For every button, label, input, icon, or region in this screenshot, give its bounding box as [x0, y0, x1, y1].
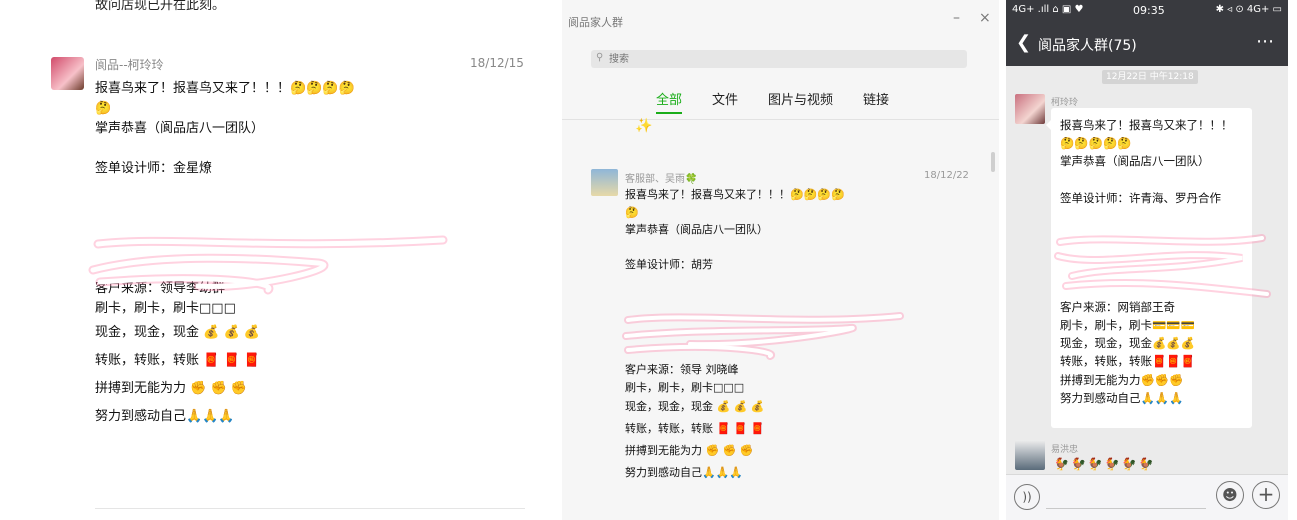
previous-message-fragment: 故问店现已开在此刻。: [95, 0, 226, 13]
mobile-chat-screen: 4G+ .ıll ⌂ ▣ ♥ 09:35 ✱ ◃ ⊙ 4G+ ▭ ❮ 阆品家人群…: [1006, 0, 1288, 520]
tab-media[interactable]: 图片与视频: [768, 89, 833, 114]
message-line: 现金，现金，现金 💰 💰 💰: [95, 325, 260, 340]
status-time: 09:35: [1133, 4, 1165, 17]
message-line: 签单设计师：金星燎: [95, 161, 213, 176]
avatar[interactable]: [1015, 440, 1045, 470]
window-title: 阆品家人群: [568, 16, 623, 29]
message-line: 掌声恭喜（阆品店八一团队）: [1060, 154, 1210, 169]
message-line: 报喜鸟来了！报喜鸟又来了！！！: [1060, 118, 1233, 132]
message-line: [1060, 225, 1250, 243]
chat-timestamp: 12月22日 中午12:18: [1102, 70, 1198, 84]
chat-history-panel-desktop: 故问店现已开在此刻。 阆品--柯玲玲 18/12/15 报喜鸟来了！报喜鸟又来了…: [0, 0, 553, 520]
message-line: 转账，转账，转账🧧🧧🧧: [1060, 354, 1195, 369]
status-bar: 4G+ .ıll ⌂ ▣ ♥ 09:35 ✱ ◃ ⊙ 4G+ ▭: [1006, 0, 1288, 22]
message-line: 刷卡，刷卡，刷卡□□□: [625, 380, 745, 394]
minimize-icon[interactable]: –: [953, 10, 960, 26]
message-line: 努力到感动自己🙏🙏🙏: [625, 466, 744, 479]
emoji-icon[interactable]: ☻: [1216, 481, 1244, 509]
search-input[interactable]: [609, 52, 949, 66]
status-icons: ✱ ◃ ⊙ 4G+ ▭: [1215, 4, 1282, 15]
message-line: [95, 179, 515, 199]
message-line: 刷卡，刷卡，刷卡□□□: [95, 301, 236, 316]
message-preview: 🐓🐓🐓🐓🐓🐓: [1054, 457, 1156, 471]
sender-name: 客服部、吴雨🍀: [625, 174, 698, 185]
message-body[interactable]: 报喜鸟来了！报喜鸟又来了！！！🤔🤔🤔🤔 🤔 掌声恭喜（阆品店八一团队） 签单设计…: [95, 79, 515, 431]
sender-name: 柯玲玲: [1051, 98, 1079, 108]
message-line: 报喜鸟来了！报喜鸟又来了！！！🤔🤔🤔🤔: [625, 188, 845, 201]
avatar[interactable]: [51, 57, 84, 90]
bubble-tail: [1046, 120, 1051, 130]
message-line: [1060, 243, 1250, 261]
message-line: 客户来源：领导 刘晓峰: [625, 363, 739, 376]
message-line: [625, 291, 955, 309]
message-line: [95, 199, 515, 219]
message-line: [95, 239, 515, 259]
avatar[interactable]: [1015, 94, 1045, 124]
avatar[interactable]: [591, 169, 618, 196]
message-line: 刷卡，刷卡，刷卡💳💳💳: [1060, 318, 1195, 333]
message-line: 签单设计师：许青海、罗丹合作: [1060, 190, 1221, 205]
message-line: 报喜鸟来了！报喜鸟又来了！！！🤔🤔🤔🤔: [95, 81, 355, 96]
message-line: 🤔: [625, 205, 639, 219]
chat-title: 阆品家人群(75): [1038, 38, 1137, 54]
search-icon: ⚲: [596, 52, 604, 63]
message-line: 签单设计师：胡芳: [625, 258, 713, 271]
message-line: 转账，转账，转账 🧧 🧧 🧧: [95, 353, 260, 368]
search-box[interactable]: ⚲: [591, 50, 967, 68]
tab-links[interactable]: 链接: [863, 89, 889, 114]
sender-name: 阆品--柯玲玲: [95, 58, 164, 72]
back-chevron-icon[interactable]: ❮: [1016, 32, 1031, 53]
message-line: [625, 309, 955, 327]
message-line: 掌声恭喜（阆品店八一团队）: [95, 121, 265, 136]
message-line: [1060, 171, 1250, 189]
message-line: 现金，现金，现金💰💰💰: [1060, 336, 1195, 351]
message-body[interactable]: 报喜鸟来了！报喜鸟又来了！！！🤔🤔🤔🤔 🤔 掌声恭喜（阆品店八一团队） 签单设计…: [625, 186, 955, 484]
tab-all[interactable]: 全部: [656, 89, 683, 114]
message-line: 现金，现金，现金 💰 💰 💰: [625, 400, 765, 413]
message-line: [95, 219, 515, 239]
message-line: 努力到感动自己🙏🙏🙏: [95, 409, 235, 424]
voice-icon[interactable]: )): [1014, 484, 1040, 510]
message-line: [625, 274, 955, 292]
message-line: [95, 259, 515, 279]
divider: [562, 119, 999, 120]
message-line: 客户来源：网销部王奇: [1060, 299, 1175, 314]
message-line: 拼搏到无能为力 ✊ ✊ ✊: [95, 381, 247, 396]
message-line: [95, 139, 515, 159]
chat-input-bar: )) ☻ +: [1006, 474, 1288, 520]
message-line: 拼搏到无能为力 ✊ ✊ ✊: [625, 444, 754, 457]
message-line: 掌声恭喜（阆品店八一团队）: [625, 223, 768, 236]
message-date: 18/12/22: [924, 170, 969, 181]
message-line: [1060, 207, 1250, 225]
message-bubble[interactable]: 报喜鸟来了！报喜鸟又来了！！！ 🤔🤔🤔🤔🤔 掌声恭喜（阆品店八一团队） 签单设计…: [1046, 108, 1252, 428]
message-line: [625, 239, 955, 257]
message-input[interactable]: [1046, 486, 1206, 509]
sender-name: 易洪忠: [1051, 445, 1079, 455]
tab-files[interactable]: 文件: [712, 89, 738, 114]
message-line: 🤔: [95, 101, 112, 116]
message-line: 转账，转账，转账 🧧 🧧 🧧: [625, 422, 765, 435]
message-line: [625, 326, 955, 344]
divider: [95, 508, 525, 509]
chat-header: ❮ 阆品家人群(75) ⋯: [1006, 22, 1288, 66]
more-dots-icon[interactable]: ⋯: [1256, 31, 1274, 52]
message-line: 客户来源：领导李幼群: [95, 281, 226, 296]
message-line: 🤔🤔🤔🤔🤔: [1060, 136, 1132, 151]
tab-bar: 全部 文件 图片与视频 链接: [656, 89, 919, 114]
message-body: 报喜鸟来了！报喜鸟又来了！！！ 🤔🤔🤔🤔🤔 掌声恭喜（阆品店八一团队） 签单设计…: [1060, 116, 1250, 407]
message-line: 拼搏到无能为力✊✊✊: [1060, 372, 1184, 387]
message-date: 18/12/15: [470, 56, 524, 70]
message-line: [1060, 280, 1250, 298]
signal-indicators: 4G+ .ıll ⌂ ▣ ♥: [1012, 4, 1084, 15]
close-icon[interactable]: ×: [979, 10, 991, 26]
plus-icon[interactable]: +: [1252, 481, 1280, 509]
message-line: [1060, 262, 1250, 280]
previous-message-fragment: ✨: [635, 118, 653, 134]
chat-history-panel-window: 阆品家人群 – × ⚲ 全部 文件 图片与视频 链接 ✨ 客服部、吴雨🍀 18/…: [562, 0, 999, 520]
message-line: [625, 344, 955, 362]
message-line: 努力到感动自己🙏🙏🙏: [1060, 390, 1184, 405]
scrollbar[interactable]: [991, 152, 995, 172]
